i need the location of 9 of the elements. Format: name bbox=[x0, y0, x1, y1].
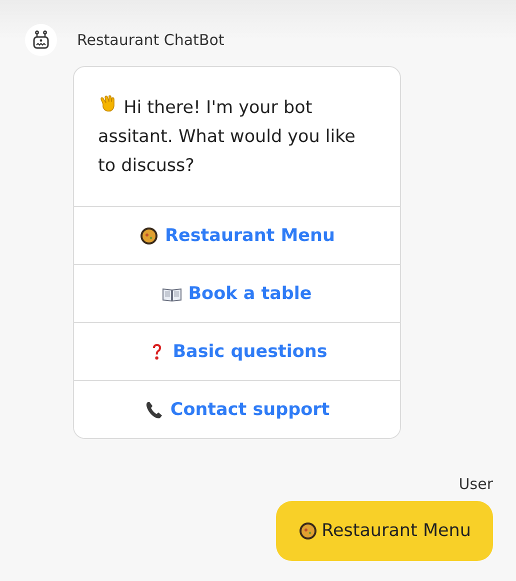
phone-icon bbox=[144, 400, 164, 420]
user-name: User bbox=[458, 475, 493, 493]
robot-icon bbox=[31, 30, 51, 50]
user-message: Restaurant Menu bbox=[276, 501, 493, 561]
paella-pan-icon bbox=[139, 226, 160, 246]
bot-name: Restaurant ChatBot bbox=[77, 31, 224, 49]
paella-pan-icon bbox=[298, 521, 318, 541]
bot-message: Hi there! I'm your bot assitant. What would you like to discuss? bbox=[98, 93, 376, 181]
option-button[interactable]: Contact support bbox=[74, 380, 400, 438]
